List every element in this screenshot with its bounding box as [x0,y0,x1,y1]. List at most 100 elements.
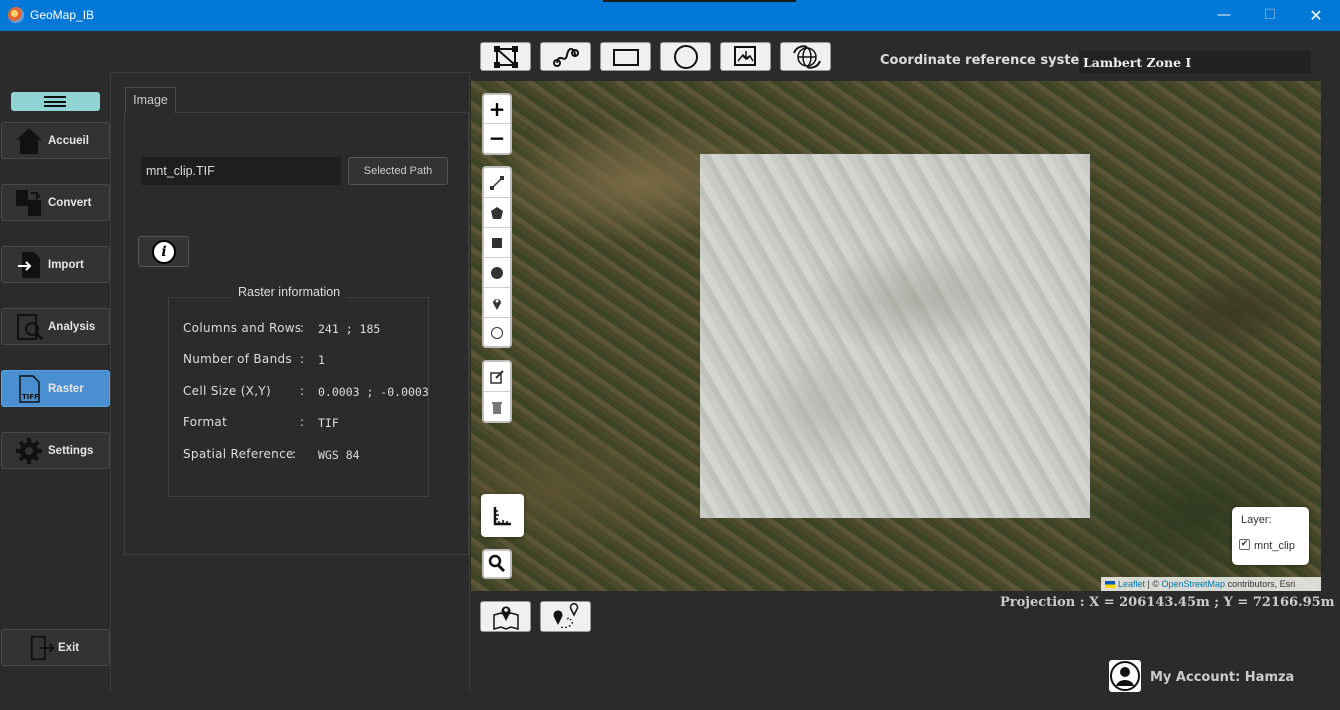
convert-icon [16,190,41,216]
map-pin-button[interactable] [480,601,531,632]
draw-toolbar [482,166,512,348]
import-icon [18,252,40,278]
draw-polygon-tool[interactable] [484,198,510,228]
folded-map-pin-icon [493,606,519,630]
cell-size-label: Cell Size (X,Y) [183,384,271,398]
info-icon: i [152,240,176,264]
minimize-button[interactable]: — [1201,0,1247,31]
cell-size-sep: : [300,384,305,398]
tab-image[interactable]: Image [125,87,176,113]
delete-layers-tool[interactable] [484,392,510,422]
nav-accueil-button[interactable]: Accueil [1,122,110,159]
zoom-out-button[interactable]: − [484,124,510,153]
edit-toolbar [482,360,512,423]
draw-polyline-tool[interactable] [484,168,510,198]
crs-input[interactable] [1079,51,1311,73]
selected-path-button[interactable]: Selected Path [348,157,448,185]
export-image-icon [734,46,756,66]
info-button[interactable]: i [138,236,189,267]
export-image-button[interactable] [720,42,771,71]
circle-button[interactable] [660,42,711,71]
draw-polyline-button[interactable] [480,42,531,71]
hamburger-icon [44,96,66,107]
nav-convert-label: Convert [48,197,92,209]
map-search-button[interactable] [482,549,512,579]
draw-circle-tool[interactable] [484,258,510,288]
raster-info-title: Raster information [232,285,347,299]
reproject-button[interactable] [780,42,831,71]
format-sep: : [300,415,305,429]
zoom-control: + − [482,93,512,155]
columns-rows-value: 241 ; 185 [318,322,381,336]
nav-analysis-label: Analysis [48,321,96,333]
crs-label: Coordinate reference system : [880,53,1103,68]
projection-readout: Projection : X = 206143.45m ; Y = 72166.… [1000,595,1335,610]
gear-icon [16,438,42,464]
close-button[interactable]: ✕ [1293,0,1339,31]
filled-circle-icon [491,267,503,279]
route-pins-icon [553,603,579,629]
osm-link[interactable]: OpenStreetMap [1162,579,1226,589]
search-icon [488,554,506,573]
file-path-input[interactable] [141,157,341,185]
format-label: Format [183,415,228,429]
exit-button[interactable]: Exit [1,629,110,666]
measure-button[interactable] [481,494,524,537]
maximize-button[interactable]: ☐ [1247,0,1293,31]
nav-import-label: Import [48,259,84,271]
bands-label: Number of Bands [183,352,292,366]
layer-title: Layer: [1241,514,1272,526]
route-button[interactable] [540,42,591,71]
title-divider [603,0,796,2]
nav-convert-button[interactable]: Convert [1,184,110,221]
map-attribution: Leaflet | © OpenStreetMap contributors, … [1101,577,1321,591]
marker-icon [493,299,501,310]
polyline-icon [490,176,504,190]
edit-layers-tool[interactable] [484,362,510,392]
nav-import-button[interactable]: Import [1,246,110,283]
cell-size-value: 0.0003 ; -0.0003 [318,385,429,399]
bands-sep: : [300,352,305,366]
map-view[interactable] [471,81,1321,591]
app-logo-icon [8,7,24,23]
draw-marker-tool[interactable] [484,288,510,318]
attribution-rest: contributors, Esri [1225,579,1296,589]
globe-refresh-icon [793,45,821,69]
exit-door-icon [30,635,55,661]
draw-rectangle-tool[interactable] [484,228,510,258]
rectangle-button[interactable] [600,42,651,71]
nav-settings-label: Settings [48,445,94,457]
spatial-ref-value: WGS 84 [318,448,360,462]
home-icon [16,128,42,154]
analysis-icon [17,314,44,341]
draw-circlemarker-tool[interactable] [484,318,510,348]
account-label[interactable]: My Account: Hamza [1150,670,1294,685]
layer-control: Layer: ✔ mnt_clip [1232,507,1309,565]
edit-icon [490,370,504,384]
polygon-icon [491,207,503,219]
nav-raster-label: Raster [48,383,84,395]
layer-name: mnt_clip [1254,540,1295,552]
nav-accueil-label: Accueil [48,135,89,147]
window-title: GeoMap_IB [30,8,95,22]
route-pins-button[interactable] [540,601,591,632]
exit-label: Exit [58,642,80,654]
zoom-in-button[interactable]: + [484,95,510,124]
user-avatar-icon[interactable] [1109,660,1141,692]
circle-icon [674,45,698,69]
tiff-icon: TIFF [19,375,40,403]
rectangle-icon [613,49,639,66]
format-value: TIF [318,416,339,430]
nav-raster-button[interactable]: TIFF Raster [1,370,110,407]
svg-text:TIFF: TIFF [22,393,39,401]
menu-toggle-button[interactable] [11,92,100,111]
layer-checkbox[interactable]: ✔ [1239,539,1250,550]
leaflet-link[interactable]: Leaflet [1118,579,1145,589]
polyline-draw-icon [494,46,518,68]
nav-settings-button[interactable]: Settings [1,432,110,469]
nav-analysis-button[interactable]: Analysis [1,308,110,345]
raster-overlay [700,154,1090,518]
trash-icon [492,402,502,414]
ruler-icon [493,507,511,526]
columns-rows-sep: : [300,321,305,335]
